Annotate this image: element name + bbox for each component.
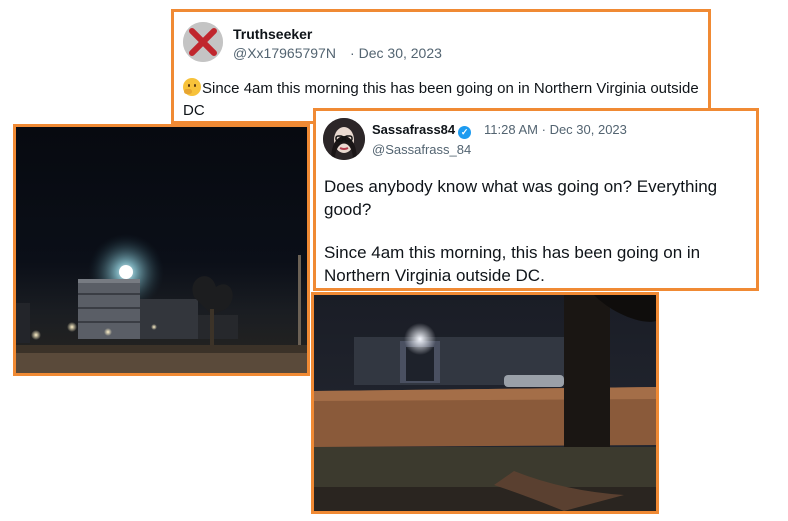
night-street-scene — [314, 295, 656, 511]
display-name-text: Sassafrass84 — [372, 122, 456, 137]
tweet-time: 11:28 AM — [484, 122, 538, 137]
tweet-text-paragraph-2: Since 4am this morning, this has been go… — [324, 243, 701, 285]
red-x-icon — [183, 22, 223, 62]
tweet-meta: @Xx17965797N · Dec 30, 2023 — [233, 45, 442, 61]
video-still-night-light[interactable] — [13, 124, 310, 376]
tweet-date: Dec 30, 2023 — [549, 122, 627, 137]
display-name[interactable]: Sassafrass84 ✓ — [372, 122, 472, 139]
video-still-night-street[interactable] — [311, 292, 659, 514]
avatar[interactable] — [323, 118, 365, 160]
verified-badge-icon: ✓ — [458, 126, 472, 139]
tweet-date[interactable]: Dec 30, 2023 — [359, 45, 442, 61]
night-sky-scene — [16, 234, 307, 373]
handle[interactable]: @Xx17965797N — [233, 45, 336, 61]
tweet-text-paragraph-1: Does anybody know what was going on? Eve… — [324, 177, 718, 219]
tweet-card-truthseeker[interactable]: Truthseeker @Xx17965797N · Dec 30, 2023 Si… — [171, 9, 711, 124]
thinking-face-icon — [183, 78, 201, 96]
display-name[interactable]: Truthseeker — [233, 26, 312, 42]
profile-photo-icon — [323, 118, 365, 160]
tweet-card-sassafrass84[interactable]: Sassafrass84 ✓ 11:28 AM · Dec 30, 2023 @S… — [313, 108, 759, 291]
separator: · — [541, 122, 546, 137]
avatar[interactable] — [183, 22, 223, 62]
handle[interactable]: @Sassafrass_84 — [372, 142, 471, 157]
separator: · — [349, 45, 355, 61]
tweet-timestamp[interactable]: 11:28 AM · Dec 30, 2023 — [484, 122, 627, 137]
